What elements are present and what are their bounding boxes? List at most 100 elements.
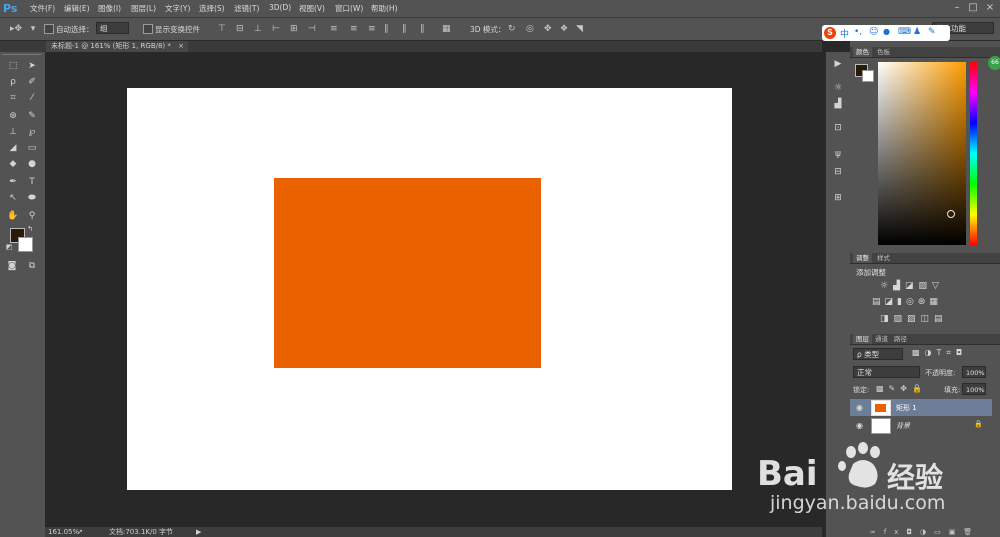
brightness-panel-icon[interactable]: ☼ [831, 82, 845, 94]
tab-styles[interactable]: 样式 [874, 253, 893, 263]
healing-brush-tool-icon[interactable]: ⊛ [6, 110, 20, 122]
distribute-bottom-icon[interactable]: ≡ [368, 24, 376, 34]
marquee-tool-icon[interactable]: ⬚ [6, 60, 20, 72]
tab-layers[interactable]: 图层 [853, 334, 872, 344]
export-icon[interactable]: ↗ [77, 527, 83, 537]
history-panel-icon[interactable]: ▶ [831, 58, 845, 70]
layer-row-rectangle[interactable]: ◉ 矩形 1 [850, 399, 992, 416]
distribute-top-icon[interactable]: ≡ [330, 24, 338, 34]
close-tab-icon[interactable]: × [178, 42, 184, 50]
align-left-icon[interactable]: ⊢ [272, 24, 280, 34]
layer-filter-icons[interactable]: ▩◑T⌗◘ [912, 348, 992, 360]
path-select-tool-icon[interactable]: ↖ [6, 192, 20, 204]
lasso-tool-icon[interactable]: ρ [6, 76, 20, 88]
dodge-tool-icon[interactable]: ● [25, 158, 39, 170]
hue-slider[interactable] [970, 62, 977, 245]
distribute-vcenter-icon[interactable]: ≡ [350, 24, 358, 34]
maximize-icon[interactable]: □ [966, 1, 980, 15]
crop-tool-icon[interactable]: ⌗ [6, 92, 20, 104]
auto-align-icon[interactable]: ▦ [442, 24, 451, 34]
3d-pan-icon[interactable]: ✥ [544, 24, 552, 34]
menu-file[interactable]: 文件(F) [30, 3, 55, 14]
background-color-swatch[interactable] [18, 237, 33, 252]
menu-help[interactable]: 帮助(H) [371, 3, 398, 14]
quick-select-tool-icon[interactable]: ✐ [25, 76, 39, 88]
align-top-icon[interactable]: ⊤ [218, 24, 226, 34]
preset-chevron-icon[interactable]: ▾ [30, 24, 36, 34]
levels-panel-icon[interactable]: ▟ [831, 98, 845, 110]
3d-slide-icon[interactable]: ❖ [560, 24, 568, 34]
zoom-level[interactable]: 161.05% [48, 527, 79, 537]
visibility-eye-icon[interactable]: ◉ [856, 403, 863, 412]
sogou-tools-icon[interactable]: ✎ [928, 27, 936, 37]
visibility-eye-icon[interactable]: ◉ [856, 421, 863, 430]
screen-mode-icon[interactable]: ⧉ [25, 260, 39, 272]
menu-edit[interactable]: 编辑(E) [64, 3, 90, 14]
menu-select[interactable]: 选择(S) [199, 3, 225, 14]
zoom-tool-icon[interactable]: ⚲ [25, 210, 39, 222]
menu-window[interactable]: 窗口(W) [335, 3, 363, 14]
sogou-ime-bar[interactable]: S 中 •, ☺ ● ⌨ ♟ ✎ [822, 25, 950, 41]
brush-tool-icon[interactable]: ✎ [25, 110, 39, 122]
brush-presets-icon[interactable]: ⊟ [831, 166, 845, 178]
layer-row-background[interactable]: ◉ 背景 🔒 [850, 417, 992, 434]
ellipse-tool-icon[interactable]: ⬬ [25, 192, 39, 204]
align-right-icon[interactable]: ⊣ [308, 24, 316, 34]
rectangle-shape[interactable] [274, 178, 541, 368]
layer-actions[interactable]: ∞fx◘◑▭▣🗑 [870, 528, 998, 537]
eraser-tool-icon[interactable]: ◢ [6, 142, 20, 154]
sogou-chinese-mode[interactable]: 中 [840, 27, 849, 40]
gradient-tool-icon[interactable]: ▭ [25, 142, 39, 154]
menu-3d[interactable]: 3D(D) [269, 3, 291, 12]
tab-swatches[interactable]: 色板 [874, 47, 893, 57]
quick-mask-icon[interactable]: ◙ [5, 260, 19, 272]
adjustment-row-2[interactable]: ▤◪▮◎⊛▦ [872, 297, 962, 309]
eyedropper-tool-icon[interactable]: ⁄ [25, 92, 39, 104]
sogou-emoji-icon[interactable]: ☺ [869, 27, 878, 37]
menu-layer[interactable]: 图层(L) [131, 3, 156, 14]
hand-tool-icon[interactable]: ✋ [6, 210, 20, 222]
fill-input[interactable]: 100% [962, 383, 986, 395]
history-brush-tool-icon[interactable]: ℘ [25, 126, 39, 138]
align-vcenter-icon[interactable]: ⊟ [236, 24, 244, 34]
adjustment-row-3[interactable]: ◨▨▨◫▤ [880, 314, 960, 326]
show-transform-checkbox[interactable] [143, 24, 153, 34]
blur-tool-icon[interactable]: ◆ [6, 158, 20, 170]
panel-background-swatch[interactable] [862, 70, 874, 82]
document-tab[interactable]: 未标题-1 @ 161% (矩形 1, RGB/8) * × [46, 41, 188, 52]
opacity-input[interactable]: 100% [962, 366, 986, 378]
menu-view[interactable]: 视图(V) [299, 3, 325, 14]
sogou-punct-icon[interactable]: •, [854, 27, 862, 37]
default-colors-icon[interactable]: ◩ [4, 242, 14, 252]
color-picker-marker[interactable] [947, 210, 955, 218]
tools-grip[interactable] [2, 54, 42, 58]
distribute-left-icon[interactable]: ∥ [384, 24, 389, 34]
3d-roll-icon[interactable]: ◎ [526, 24, 534, 34]
align-bottom-icon[interactable]: ⊥ [254, 24, 262, 34]
auto-select-checkbox[interactable] [44, 24, 54, 34]
blend-mode-dropdown[interactable]: 正常 [853, 366, 920, 378]
menu-filter[interactable]: 滤镜(T) [234, 3, 259, 14]
layer-filter-dropdown[interactable]: ρ 类型 [853, 348, 903, 360]
minimize-icon[interactable]: – [950, 1, 964, 15]
move-tool-icon[interactable]: ➤ [25, 60, 39, 72]
tab-color[interactable]: 颜色 [853, 47, 872, 57]
align-hcenter-icon[interactable]: ⊞ [290, 24, 298, 34]
tab-channels[interactable]: 通道 [872, 334, 891, 344]
3d-rotate-icon[interactable]: ↻ [508, 24, 516, 34]
status-menu-arrow-icon[interactable]: ▶ [196, 527, 201, 537]
type-tool-icon[interactable]: T [25, 176, 39, 188]
menu-image[interactable]: 图像(I) [98, 3, 121, 14]
sogou-voice-icon[interactable]: ● [883, 27, 890, 36]
sogou-keyboard-icon[interactable]: ⌨ [898, 27, 911, 37]
layer-name[interactable]: 背景 [896, 421, 910, 431]
distribute-hcenter-icon[interactable]: ∥ [402, 24, 407, 34]
layer-name[interactable]: 矩形 1 [896, 403, 917, 413]
move-tool-icon[interactable]: ▸✥ [6, 24, 26, 34]
clone-stamp-tool-icon[interactable]: ⊥ [6, 126, 20, 138]
auto-select-dropdown[interactable]: 组 [96, 22, 129, 34]
menu-type[interactable]: 文字(Y) [165, 3, 190, 14]
tab-adjustments[interactable]: 调整 [853, 253, 872, 263]
sogou-skin-icon[interactable]: ♟ [913, 27, 921, 37]
tab-paths[interactable]: 路径 [891, 334, 910, 344]
